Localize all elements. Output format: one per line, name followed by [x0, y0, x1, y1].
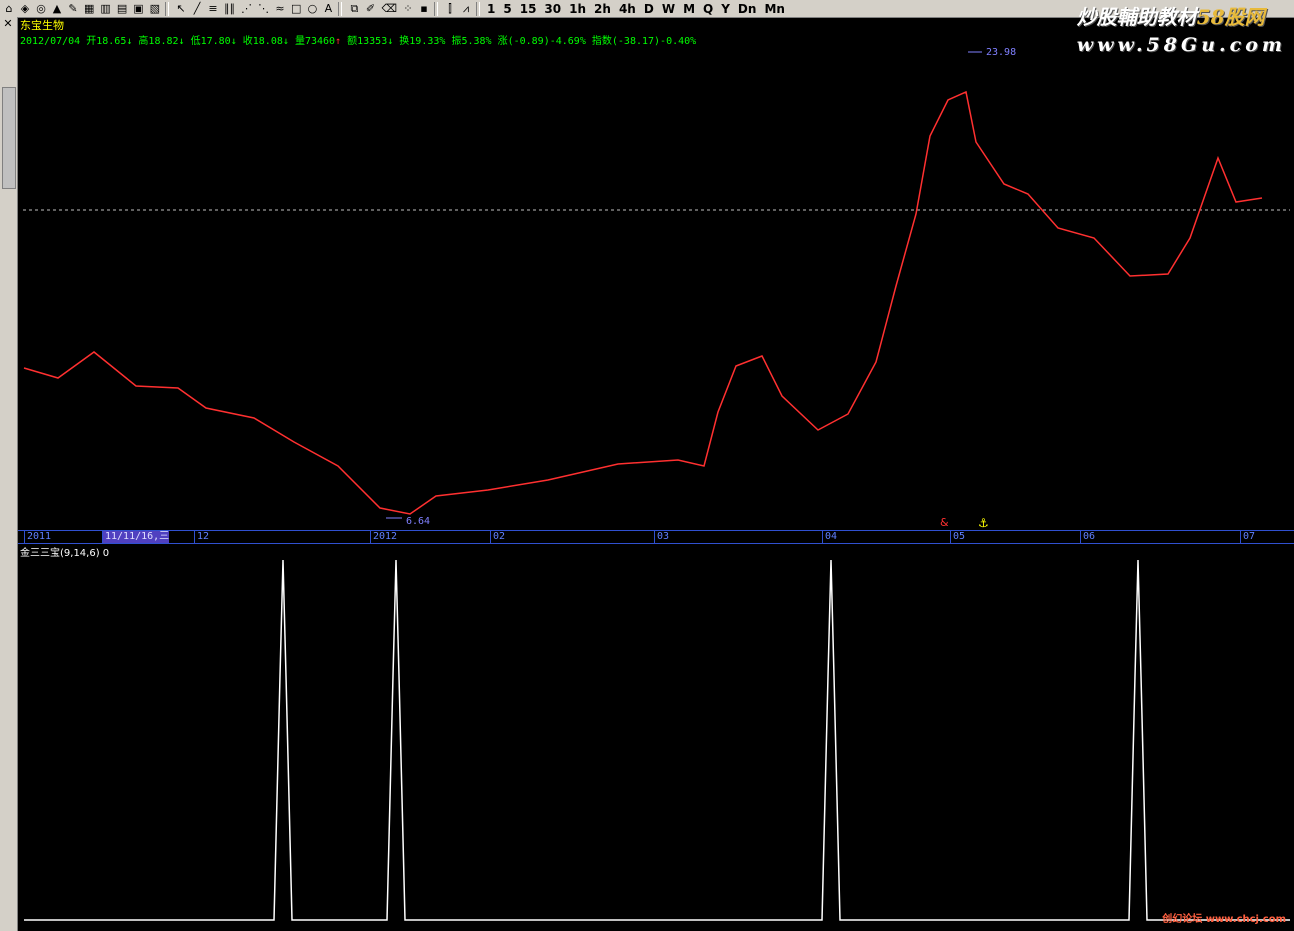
save-icon[interactable]: ▪ — [417, 1, 431, 16]
wave-tool-icon[interactable]: ≈ — [273, 1, 287, 16]
date-axis-label: 06 — [1080, 531, 1095, 543]
dots-icon[interactable]: ⁘ — [401, 1, 415, 16]
toolbar-separator — [338, 1, 343, 16]
event-mark-ampersand[interactable]: & — [940, 516, 949, 529]
line-tool-icon[interactable]: ╱ — [190, 1, 204, 16]
circle-tool-icon[interactable]: ○ — [305, 1, 319, 16]
cursor-icon[interactable]: ↖ — [174, 1, 188, 16]
cube-icon[interactable]: ◈ — [18, 1, 32, 16]
date-axis-label: 11/11/16,三 — [102, 531, 170, 543]
side-scrollbar[interactable] — [2, 87, 16, 189]
date-axis-label: 03 — [654, 531, 669, 543]
globe-icon[interactable]: ◎ — [34, 1, 48, 16]
date-axis-label: 12 — [194, 531, 209, 543]
date-axis-label: 2011 — [24, 531, 51, 543]
edit-icon[interactable]: ✐ — [363, 1, 377, 16]
period-1h[interactable]: 1h — [565, 2, 590, 16]
toolbar-separator — [434, 1, 438, 16]
price-chart[interactable]: 23.98 6.64 & ⚓ — [18, 46, 1294, 530]
period-m[interactable]: M — [679, 2, 699, 16]
eraser-icon[interactable]: ⌫ — [379, 1, 399, 16]
period-dn[interactable]: Dn — [734, 2, 761, 16]
home-icon[interactable]: ⌂ — [2, 1, 16, 16]
date-axis-label: 02 — [490, 531, 505, 543]
period-q[interactable]: Q — [699, 2, 717, 16]
period-w[interactable]: W — [658, 2, 679, 16]
indicator-line — [24, 559, 1290, 921]
rect-tool-icon[interactable]: □ — [289, 1, 303, 16]
period-5[interactable]: 5 — [499, 2, 515, 16]
period-d[interactable]: D — [640, 2, 658, 16]
grid-icon[interactable]: ▦ — [82, 1, 96, 16]
fib-tool-icon[interactable]: ⋱ — [256, 1, 271, 16]
date-axis-label: 07 — [1240, 531, 1255, 543]
window-icon[interactable]: ▣ — [131, 1, 145, 16]
pen-icon[interactable]: ✎ — [66, 1, 80, 16]
period-1[interactable]: 1 — [483, 2, 499, 16]
period-4h[interactable]: 4h — [615, 2, 640, 16]
quote-line: 2012/07/04 开18.65↓ 高18.82↓ 低17.80↓ 收18.0… — [20, 36, 697, 47]
watermark-accent: 58股网 — [1196, 5, 1265, 29]
low-price-label: 6.64 — [406, 516, 430, 527]
text-tool-icon[interactable]: A — [321, 1, 335, 16]
alert-icon[interactable]: ▲ — [50, 1, 64, 16]
toolbar-separator — [476, 1, 480, 16]
layout-icon[interactable]: ▧ — [148, 1, 162, 16]
channel-tool-icon[interactable]: ≡ — [206, 1, 220, 16]
high-price-label: 23.98 — [986, 47, 1016, 58]
candle-icon[interactable]: ⫿ — [443, 1, 457, 16]
stock-name: 东宝生物 — [20, 19, 64, 32]
period-2h[interactable]: 2h — [590, 2, 615, 16]
price-path — [23, 90, 1263, 515]
fan-tool-icon[interactable]: ⋰ — [239, 1, 254, 16]
event-mark-anchor[interactable]: ⚓ — [978, 516, 989, 530]
date-axis: 2011 11/11/16,三 12 2012 02 03 04 05 06 07 — [18, 530, 1294, 544]
zigzag-icon[interactable]: ⩘ — [459, 1, 473, 16]
footer-watermark: 创幻论坛 www.chcj.com — [1162, 914, 1286, 925]
period-mn[interactable]: Mn — [760, 2, 788, 16]
toolbar-separator — [165, 1, 170, 16]
watermark-title: 炒股輔助教材 — [1076, 5, 1197, 29]
gann-tool-icon[interactable]: ∥∥ — [222, 1, 237, 16]
copy-icon[interactable]: ⧉ — [347, 1, 361, 16]
left-strip: ✕ — [0, 17, 18, 931]
date-axis-label: 04 — [822, 531, 837, 543]
table-icon[interactable]: ▥ — [98, 1, 112, 16]
period-15[interactable]: 15 — [516, 2, 541, 16]
chart-icon[interactable]: ▤ — [115, 1, 129, 16]
period-y[interactable]: Y — [717, 2, 734, 16]
date-axis-label: 05 — [950, 531, 965, 543]
date-axis-label: 2012 — [370, 531, 397, 543]
close-icon[interactable]: ✕ — [1, 17, 15, 31]
period-30[interactable]: 30 — [540, 2, 565, 16]
indicator-chart[interactable] — [18, 556, 1294, 931]
